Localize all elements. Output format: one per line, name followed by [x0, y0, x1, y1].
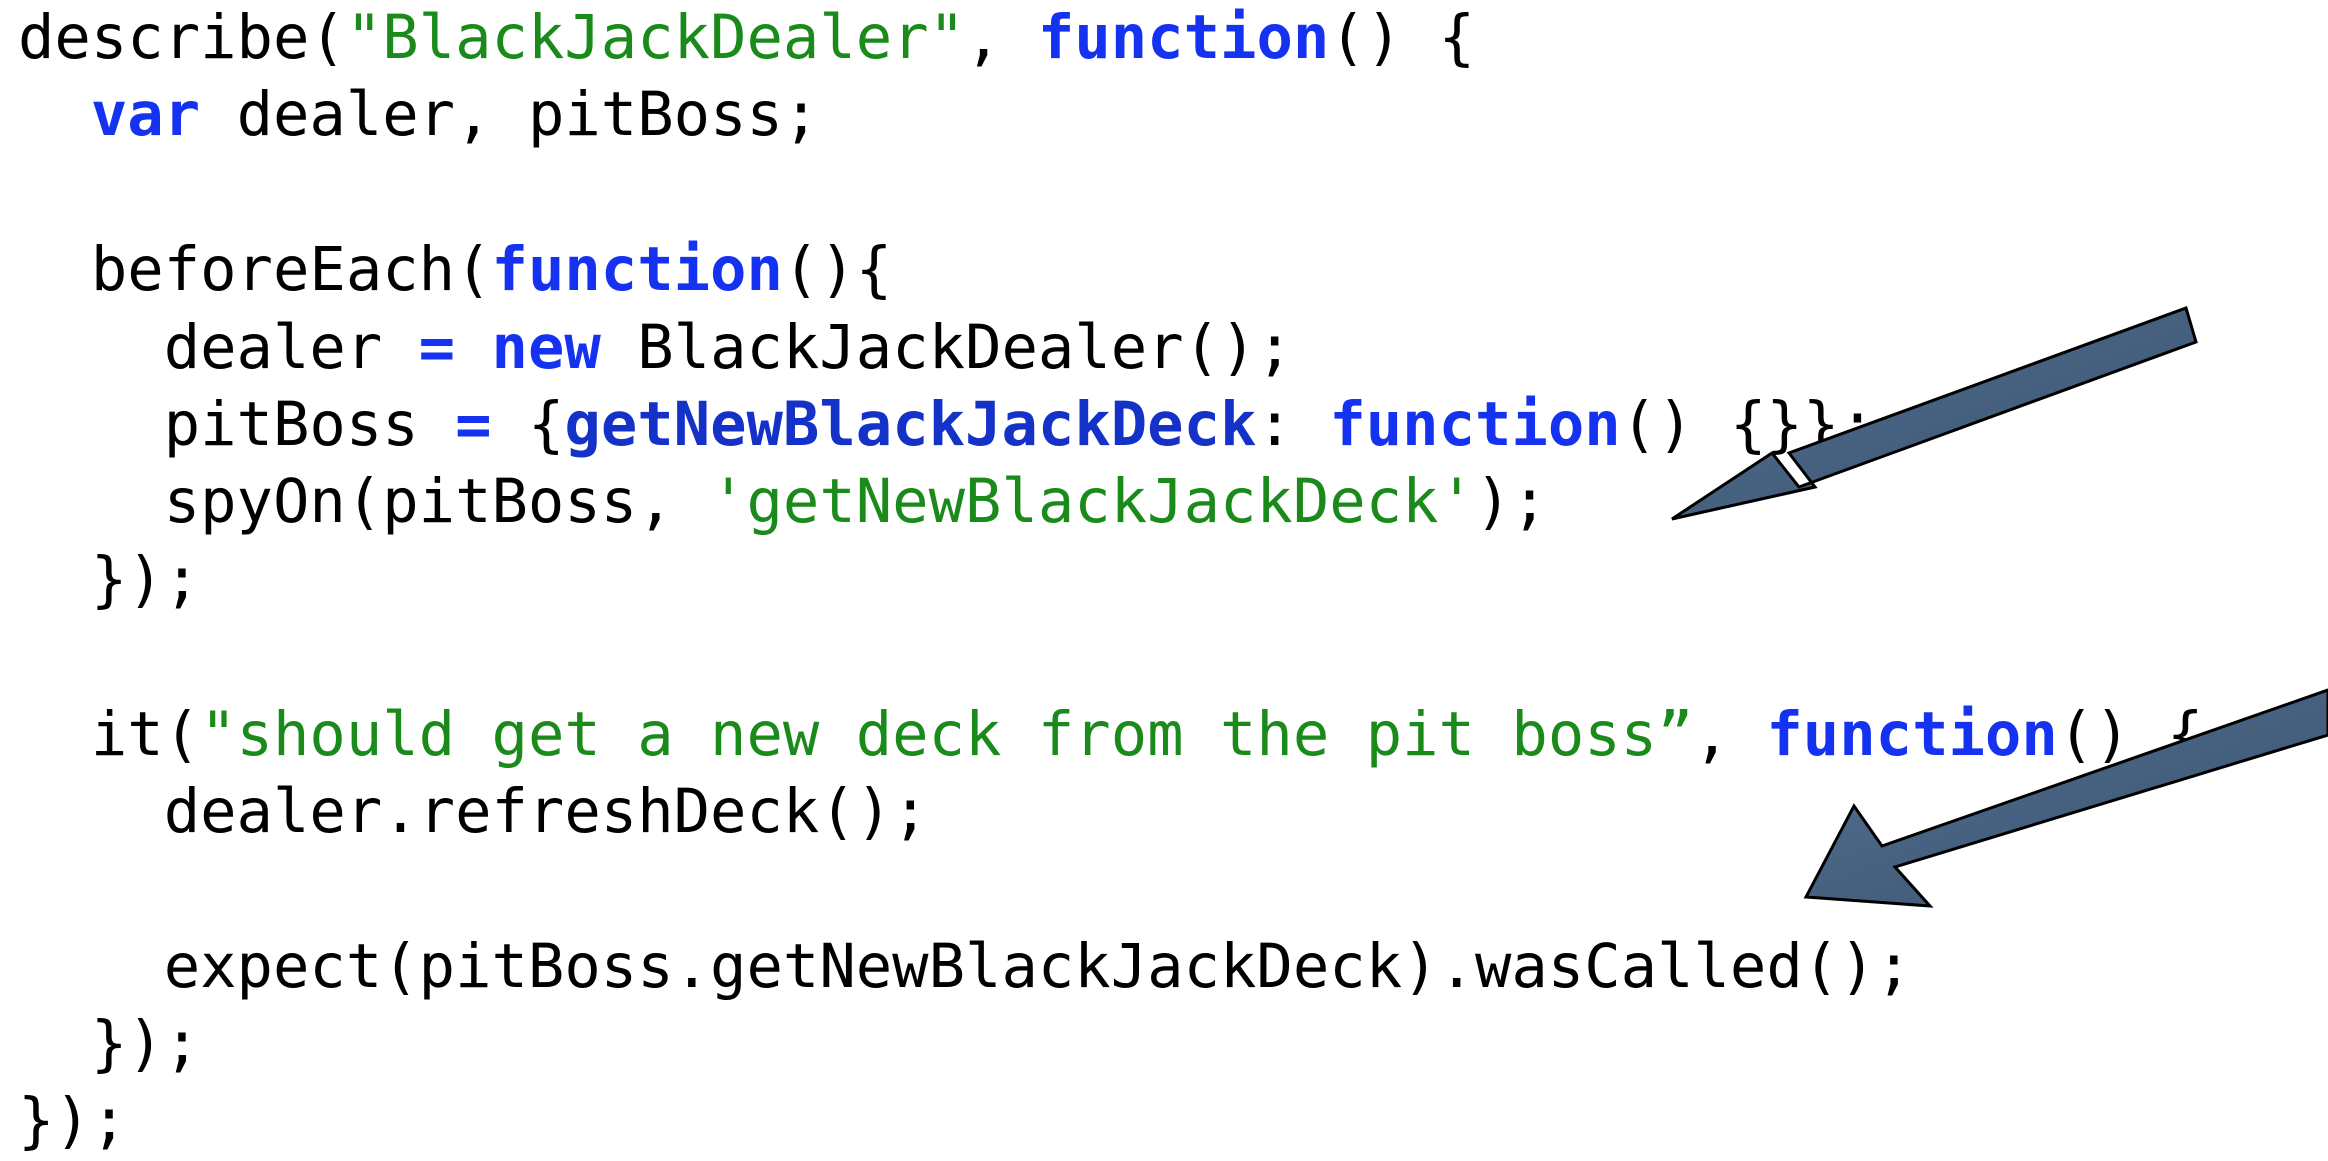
arrow-icon	[1803, 688, 2328, 908]
arrow-icon	[1671, 306, 2198, 521]
annotation-arrows	[1671, 306, 2328, 908]
